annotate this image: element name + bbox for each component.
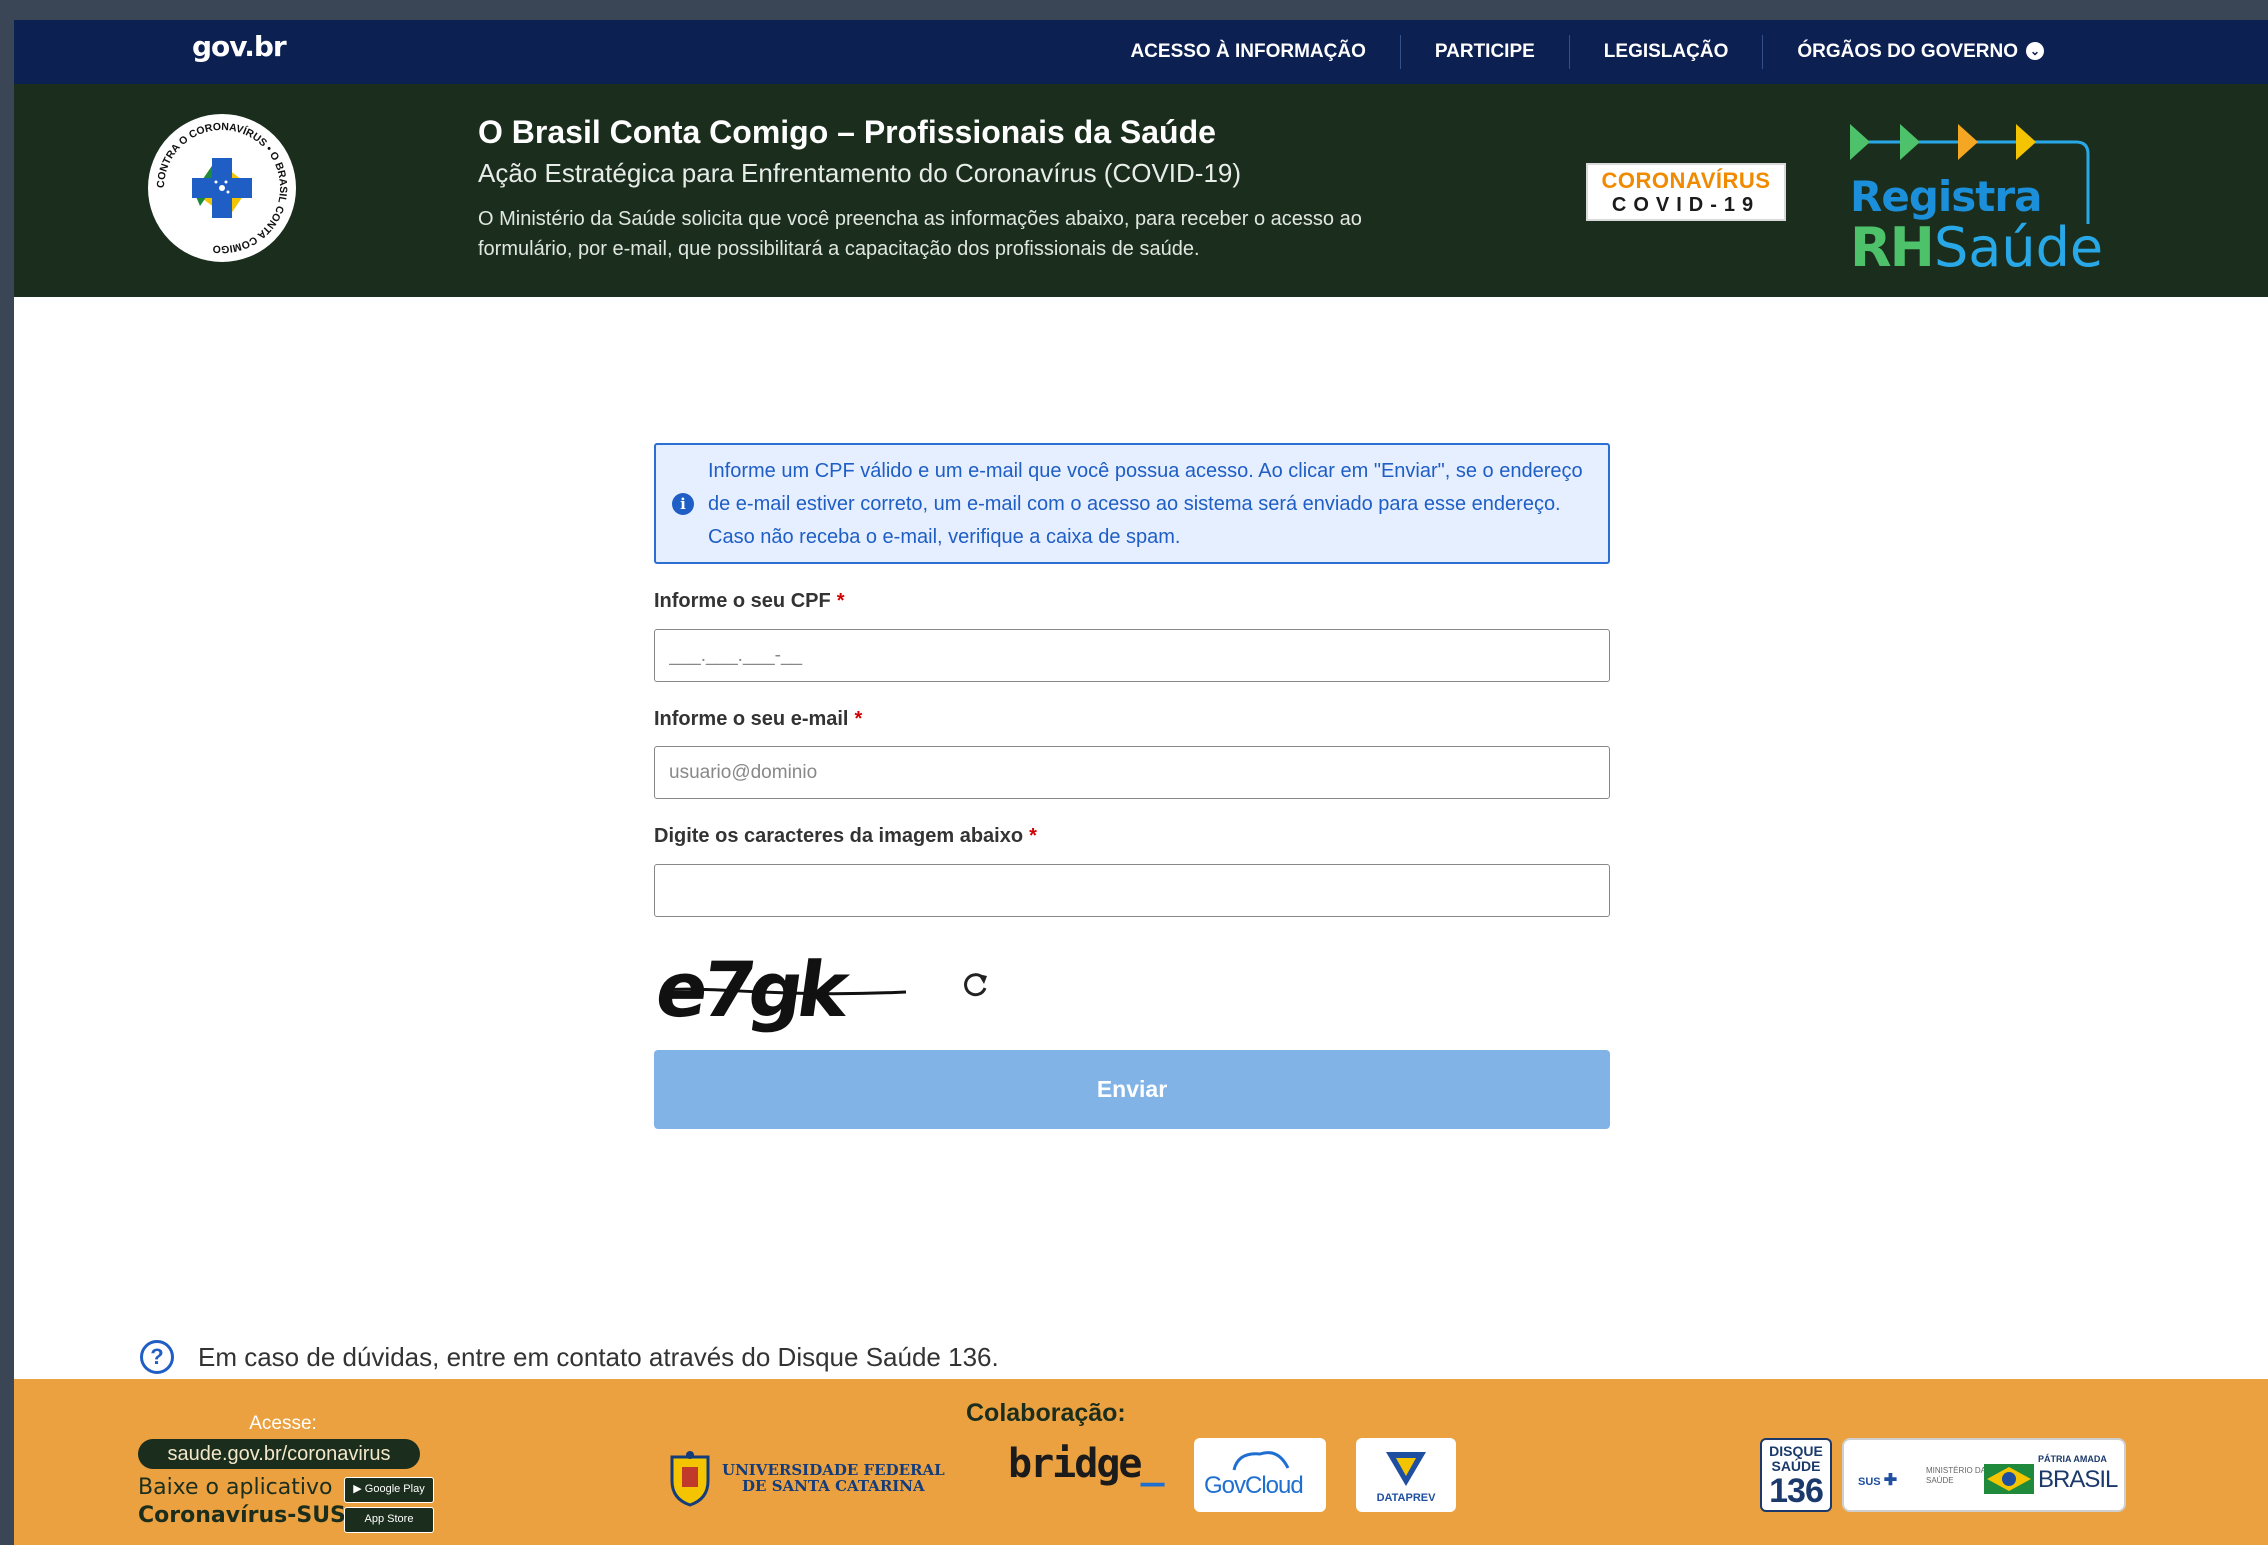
help-text: Em caso de dúvidas, entre em contato atr…: [198, 1341, 999, 1372]
required-mark: *: [1029, 825, 1037, 847]
registra-rh-saude-logo: Registra RH Saúde: [1826, 104, 2126, 279]
email-label: Informe o seu e-mail *: [654, 708, 862, 731]
bridge-text: bridge: [1008, 1441, 1142, 1487]
captcha-label: Digite os caracteres da imagem abaixo *: [654, 825, 1037, 848]
info-alert-text: Informe um CPF válido e um e-mail que vo…: [708, 460, 1583, 548]
gov-nav: ACESSO À INFORMAÇÃO PARTICIPE LEGISLAÇÃO…: [1096, 20, 2078, 84]
plus-icon: ✚: [1883, 1472, 1898, 1489]
brand-saude: Saúde: [1934, 216, 2104, 279]
ministerio-saude-logo: SUS ✚ MINISTÉRIO DA SAÚDE PÁTRIA AMADA B…: [1842, 1438, 2126, 1512]
patria-amada-text: PÁTRIA AMADA: [2038, 1454, 2107, 1464]
bridge-logo: bridge_: [1008, 1441, 1165, 1487]
sus-text: SUS: [1858, 1476, 1881, 1488]
brasil-text: BRASIL: [2038, 1466, 2118, 1493]
email-input[interactable]: [654, 746, 1610, 799]
seal-cross-icon: [192, 158, 252, 218]
disque-line-1: DISQUE: [1769, 1443, 1823, 1459]
sus-logo: SUS ✚: [1858, 1470, 1897, 1490]
page-subtitle: Ação Estratégica para Enfrentamento do C…: [478, 158, 1242, 188]
page-description: O Ministério da Saúde solicita que você …: [478, 208, 1362, 260]
info-icon: i: [672, 493, 694, 515]
captcha-input[interactable]: [654, 864, 1610, 917]
refresh-captcha-icon[interactable]: [958, 968, 992, 1002]
badge-line-1: CORONAVÍRUS: [1601, 168, 1771, 193]
disque-number: 136: [1769, 1472, 1824, 1510]
email-label-text: Informe o seu e-mail: [654, 708, 849, 730]
cpf-label-text: Informe o seu CPF: [654, 590, 831, 612]
submit-button[interactable]: Enviar: [654, 1050, 1610, 1129]
disque-saude-136-logo: DISQUE SAÚDE 136: [1760, 1438, 1832, 1512]
chevron-down-icon: ⌄: [2026, 42, 2044, 60]
brand-rh: RH: [1850, 216, 1935, 279]
dataprev-text: DATAPREV: [1376, 1492, 1436, 1504]
brasil-conta-comigo-seal-logo: CONTRA O CORONAVÍRUS • O BRASIL CONTA CO…: [144, 110, 300, 266]
nav-acesso-informacao[interactable]: ACESSO À INFORMAÇÃO: [1096, 35, 1399, 69]
page-header: CONTRA O CORONAVÍRUS • O BRASIL CONTA CO…: [14, 84, 2268, 297]
brazil-flag-icon: [1984, 1464, 2034, 1494]
coronavirus-covid19-badge: CORONAVÍRUS COVID-19: [1586, 163, 1786, 221]
footer-acesse: Acesse:: [249, 1413, 317, 1434]
footer-saude-link[interactable]: saude.gov.br/coronavirus: [138, 1439, 420, 1469]
govcloud-text: GovCloud: [1204, 1472, 1304, 1499]
browser-viewport: gov.br ACESSO À INFORMAÇÃO PARTICIPE LEG…: [14, 20, 2268, 1545]
govbr-logo[interactable]: gov.br: [192, 30, 287, 63]
ufsc-text: UNIVERSIDADE FEDERAL DE SANTA CATARINA: [722, 1461, 945, 1495]
footer-app-name: Coronavírus-SUS: [138, 1503, 346, 1528]
question-circle-icon: ?: [140, 1340, 174, 1374]
bridge-cursor: _: [1140, 1441, 1165, 1487]
brand-registra: Registra: [1850, 172, 2042, 221]
info-alert: i Informe um CPF válido e um e-mail que …: [654, 443, 1610, 564]
captcha-label-text: Digite os caracteres da imagem abaixo: [654, 825, 1024, 847]
govcloud-logo: GovCloud: [1194, 1438, 1326, 1512]
cpf-input[interactable]: [654, 629, 1610, 682]
ufsc-logo: UNIVERSIDADE FEDERAL DE SANTA CATARINA: [664, 1449, 945, 1507]
cpf-label: Informe o seu CPF *: [654, 590, 845, 613]
badge-line-2: COVID-19: [1611, 194, 1761, 216]
required-mark: *: [836, 590, 845, 612]
nav-legislacao[interactable]: LEGISLAÇÃO: [1568, 35, 1763, 69]
required-mark: *: [854, 708, 863, 730]
nav-participe[interactable]: PARTICIPE: [1399, 35, 1569, 69]
google-play-button[interactable]: ▶ Google Play: [344, 1477, 434, 1503]
page-title: O Brasil Conta Comigo – Profissionais da…: [478, 114, 1216, 150]
colaboracao-title: Colaboração:: [966, 1399, 1126, 1427]
nav-orgaos-governo[interactable]: ÓRGÃOS DO GOVERNO ⌄: [1762, 35, 2078, 69]
app-store-button[interactable]: App Store: [344, 1507, 434, 1533]
footer-baixe: Baixe o aplicativo: [138, 1475, 333, 1500]
captcha-image: e7gk: [656, 946, 907, 1034]
help-line: ? Em caso de dúvidas, entre em contato a…: [140, 1340, 999, 1374]
gov-top-bar: gov.br ACESSO À INFORMAÇÃO PARTICIPE LEG…: [14, 20, 2268, 84]
page-footer: Acesse: saude.gov.br/coronavirus Baixe o…: [14, 1379, 2268, 1545]
ufsc-crest-icon: [670, 1451, 710, 1507]
nav-orgaos-label: ÓRGÃOS DO GOVERNO: [1797, 41, 2018, 62]
dataprev-logo: DATAPREV: [1356, 1438, 1456, 1512]
ministerio-label: MINISTÉRIO DA SAÚDE: [1926, 1466, 1986, 1485]
